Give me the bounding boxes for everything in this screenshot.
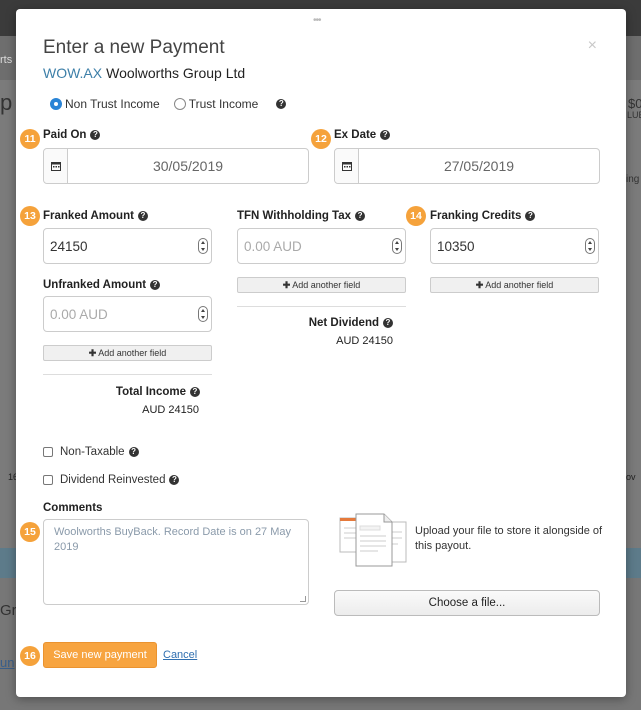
franked-amount-value[interactable]: 24150 [50,239,88,254]
paid-on-value[interactable]: 30/05/2019 [68,149,308,183]
tfn-withholding-label: TFN Withholding Tax? [237,210,366,222]
franked-amount-input[interactable]: 24150 [43,228,212,264]
save-payment-button[interactable]: Save new payment [43,642,157,668]
total-income-value: AUD 24150 [142,404,199,416]
background-value-fragment: $0 [628,96,641,111]
step-badge: 12 [311,129,331,149]
help-icon[interactable]: ? [380,130,391,140]
step-badge: 14 [406,206,426,226]
help-icon[interactable]: ? [383,318,393,328]
franked-amount-label: Franked Amount? [43,210,148,222]
ex-date-label: Ex Date? [334,129,391,141]
net-dividend-value: AUD 24150 [336,335,393,347]
paid-on-label: Paid On? [43,129,101,141]
calendar-icon[interactable] [335,149,359,183]
add-unfranked-field-button[interactable]: ✚ Add another field [43,345,212,361]
comments-label: Comments [43,502,103,514]
cancel-link[interactable]: Cancel [163,649,197,661]
modal-title: Enter a new Payment [43,37,225,58]
help-icon[interactable]: ? [525,211,536,221]
background-label-fragment: LUE [627,110,641,120]
plus-icon: ✚ [88,348,97,358]
step-badge: 16 [20,646,40,666]
trust-income-radio[interactable] [173,98,186,110]
background-axis-fragment-right: ov [626,472,636,482]
ex-date-value[interactable]: 27/05/2019 [359,149,599,183]
non-trust-income-label[interactable]: Non Trust Income [65,97,160,111]
unfranked-amount-label: Unfranked Amount? [43,279,161,291]
help-icon[interactable]: ? [190,387,200,397]
documents-icon [339,513,407,567]
stock-ticker: WOW.AX [43,65,103,81]
background-nav-text: rts [0,54,13,66]
unfranked-amount-placeholder[interactable]: 0.00 AUD [50,307,108,322]
help-icon[interactable]: ? [128,447,139,457]
stock-subtitle: WOW.AX Woolworths Group Ltd [43,65,245,81]
divider [237,306,406,307]
unfranked-amount-input[interactable]: 0.00 AUD [43,296,212,332]
close-icon[interactable]: × [588,37,597,55]
help-icon[interactable]: ? [137,211,148,221]
background-heading-fragment: p [0,90,13,115]
background-section-fragment: Gr [0,602,17,619]
tfn-withholding-input[interactable]: 0.00 AUD [237,228,406,264]
help-icon[interactable]: ? [276,99,287,109]
comments-textarea[interactable]: Woolworths BuyBack. Record Date is on 27… [43,519,309,605]
stepper-icon[interactable] [585,238,595,254]
calendar-icon[interactable] [44,149,68,183]
net-dividend-label: Net Dividend? [237,317,393,329]
choose-file-button[interactable]: Choose a file... [334,590,600,616]
add-tfn-field-button[interactable]: ✚ Add another field [237,277,406,293]
company-name: Woolworths Group Ltd [106,65,246,81]
divider [43,374,212,375]
comments-text[interactable]: Woolworths BuyBack. Record Date is on 27… [54,526,291,553]
step-badge: 11 [20,129,40,149]
total-income-label: Total Income? [43,386,200,398]
stepper-icon[interactable] [198,306,208,322]
income-type-group: Non Trust Income Trust Income ? [50,97,287,111]
plus-icon: ✚ [475,280,484,290]
plus-icon: ✚ [282,280,291,290]
stepper-icon[interactable] [392,238,402,254]
help-icon[interactable]: ? [90,130,101,140]
payment-modal: ••• × Enter a new Payment WOW.AX Woolwort… [16,9,626,697]
non-taxable-checkbox[interactable] [43,447,53,457]
upload-description: Upload your file to store it alongside o… [415,525,603,552]
tfn-withholding-placeholder[interactable]: 0.00 AUD [244,239,302,254]
paid-on-date-field[interactable]: 30/05/2019 [43,148,309,184]
franking-credits-label: Franking Credits? [430,210,536,222]
background-link-fragment: un [0,655,15,670]
dividend-reinvested-label[interactable]: Dividend Reinvested [60,474,165,486]
stepper-icon[interactable] [198,238,208,254]
franking-credits-input[interactable]: 10350 [430,228,599,264]
non-taxable-row[interactable]: Non-Taxable ? [43,446,139,458]
non-taxable-label[interactable]: Non-Taxable [60,446,125,458]
trust-income-label[interactable]: Trust Income [189,97,259,111]
background-tab-fragment: ing [626,174,640,185]
franking-credits-value[interactable]: 10350 [437,239,475,254]
dividend-reinvested-row[interactable]: Dividend Reinvested ? [43,474,180,486]
help-icon[interactable]: ? [355,211,366,221]
help-icon[interactable]: ? [169,475,180,485]
drag-handle[interactable]: ••• [313,15,321,26]
resize-handle-icon[interactable] [300,596,306,602]
step-badge: 15 [20,522,40,542]
add-franking-field-button[interactable]: ✚ Add another field [430,277,599,293]
ex-date-field[interactable]: 27/05/2019 [334,148,600,184]
non-trust-income-radio[interactable] [50,98,62,110]
help-icon[interactable]: ? [150,280,161,290]
dividend-reinvested-checkbox[interactable] [43,475,53,485]
step-badge: 13 [20,206,40,226]
